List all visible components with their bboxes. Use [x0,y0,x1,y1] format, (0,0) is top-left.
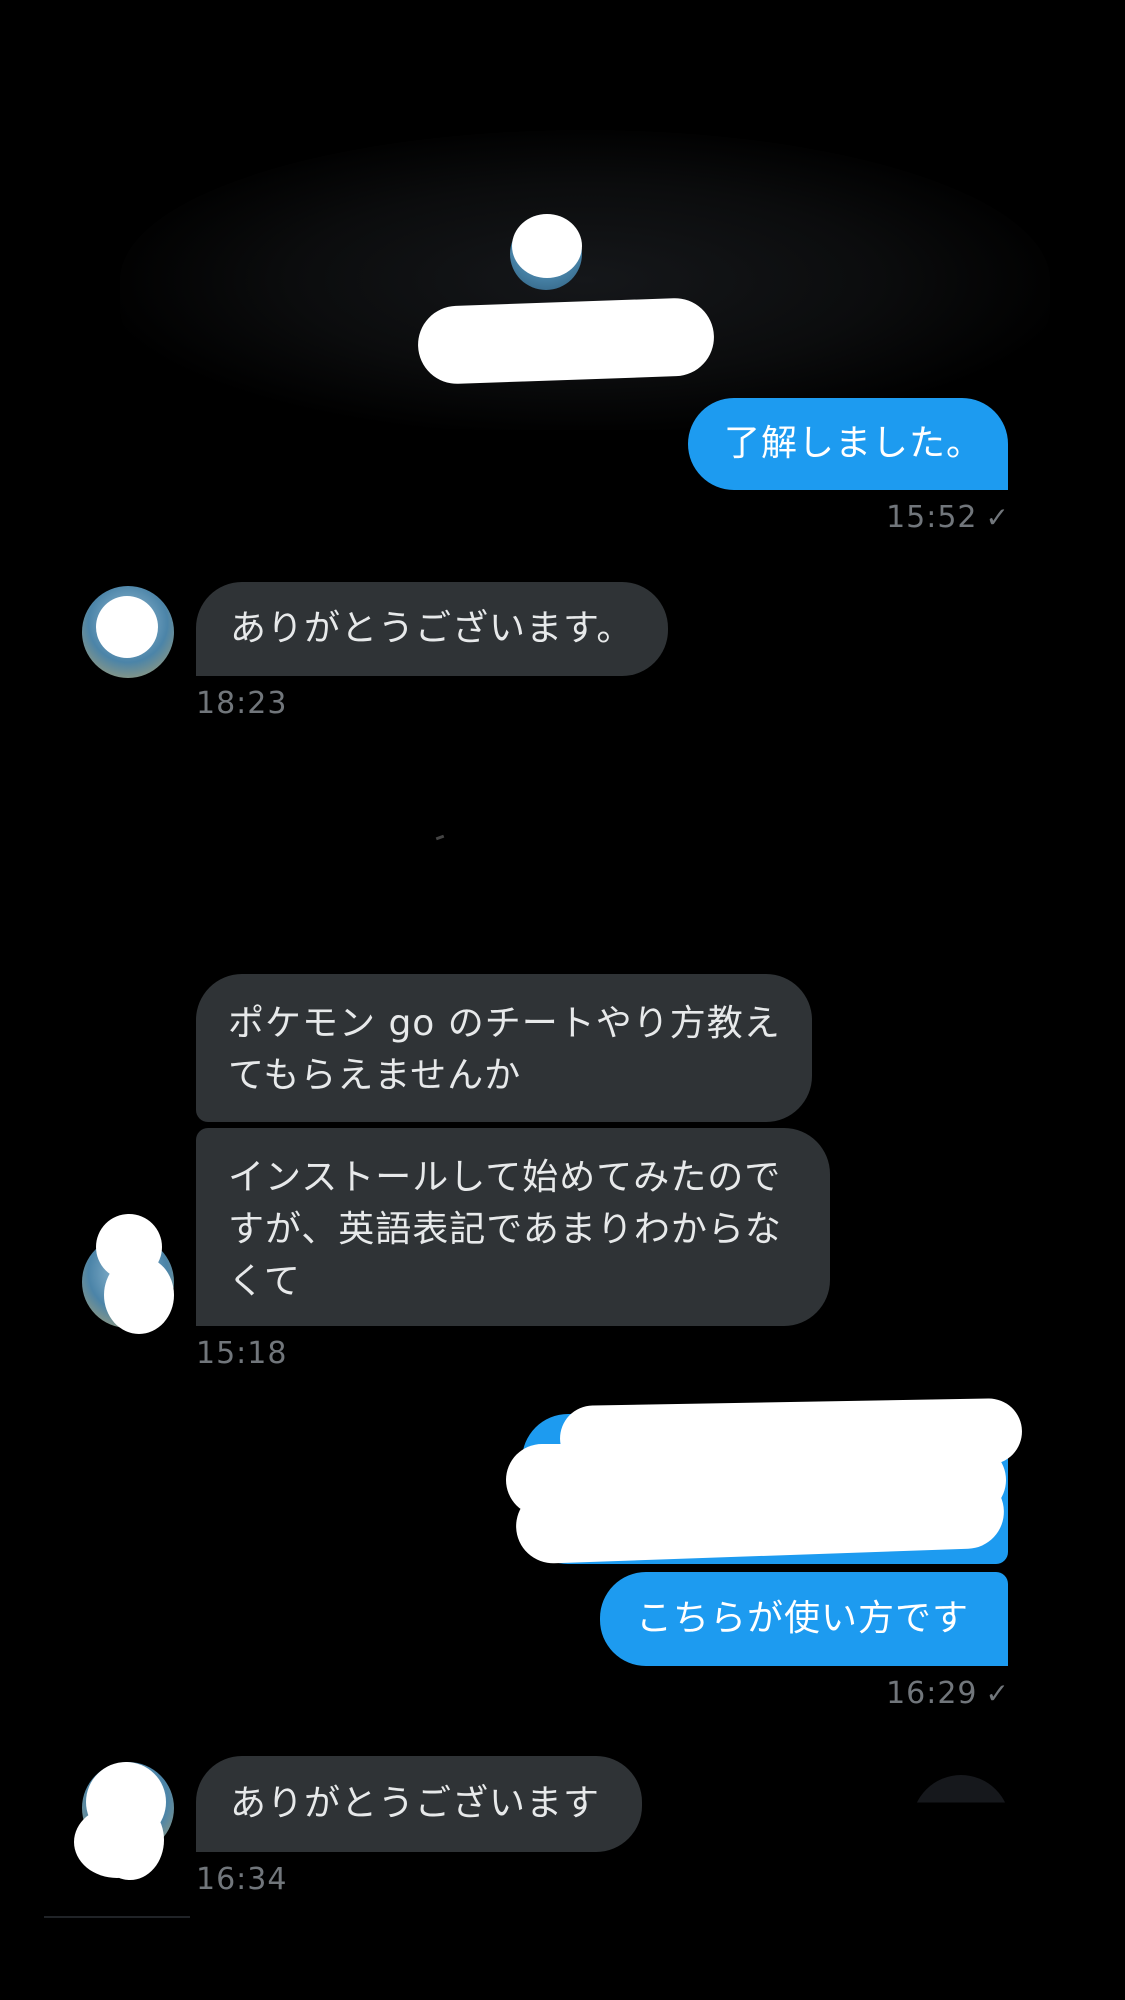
message-timestamp: 15:52 ✓ [860,500,1010,535]
divider [44,1916,190,1918]
read-check-icon: ✓ [985,501,1010,534]
redaction-mark [96,1800,164,1880]
message-timestamp: 15:18 [196,1336,288,1371]
incoming-message-bubble[interactable]: インストールして始めてみたので すが、英語表記であまりわからな くて [196,1128,830,1326]
timestamp-text: 15:52 [886,500,978,535]
incoming-message-bubble[interactable]: ありがとうございます [196,1756,642,1852]
decorative-speck [435,834,445,841]
redaction-mark [416,296,716,386]
redaction-mark [512,214,582,278]
redaction-mark [96,596,158,658]
media-button-icon[interactable] [912,1775,1010,1803]
message-timestamp: 16:34 [196,1862,288,1897]
incoming-message-bubble[interactable]: ありがとうございます。 [196,582,668,676]
outgoing-message-bubble[interactable]: こちらが使い方です [600,1572,1008,1666]
dm-conversation-screen: 了解しました。 15:52 ✓ ありがとうございます。 18:23 ポケモン go… [0,0,1125,2000]
outgoing-message-bubble[interactable]: 了解しました。 [688,398,1008,490]
timestamp-text: 16:29 [886,1676,978,1711]
read-check-icon: ✓ [985,1677,1010,1710]
message-timestamp: 18:23 [196,686,288,721]
conversation-header-background [120,130,1050,430]
incoming-message-bubble[interactable]: ポケモン go のチートやり方教え てもらえませんか [196,974,812,1122]
redaction-mark [104,1256,174,1334]
message-timestamp: 16:29 ✓ [860,1676,1010,1711]
